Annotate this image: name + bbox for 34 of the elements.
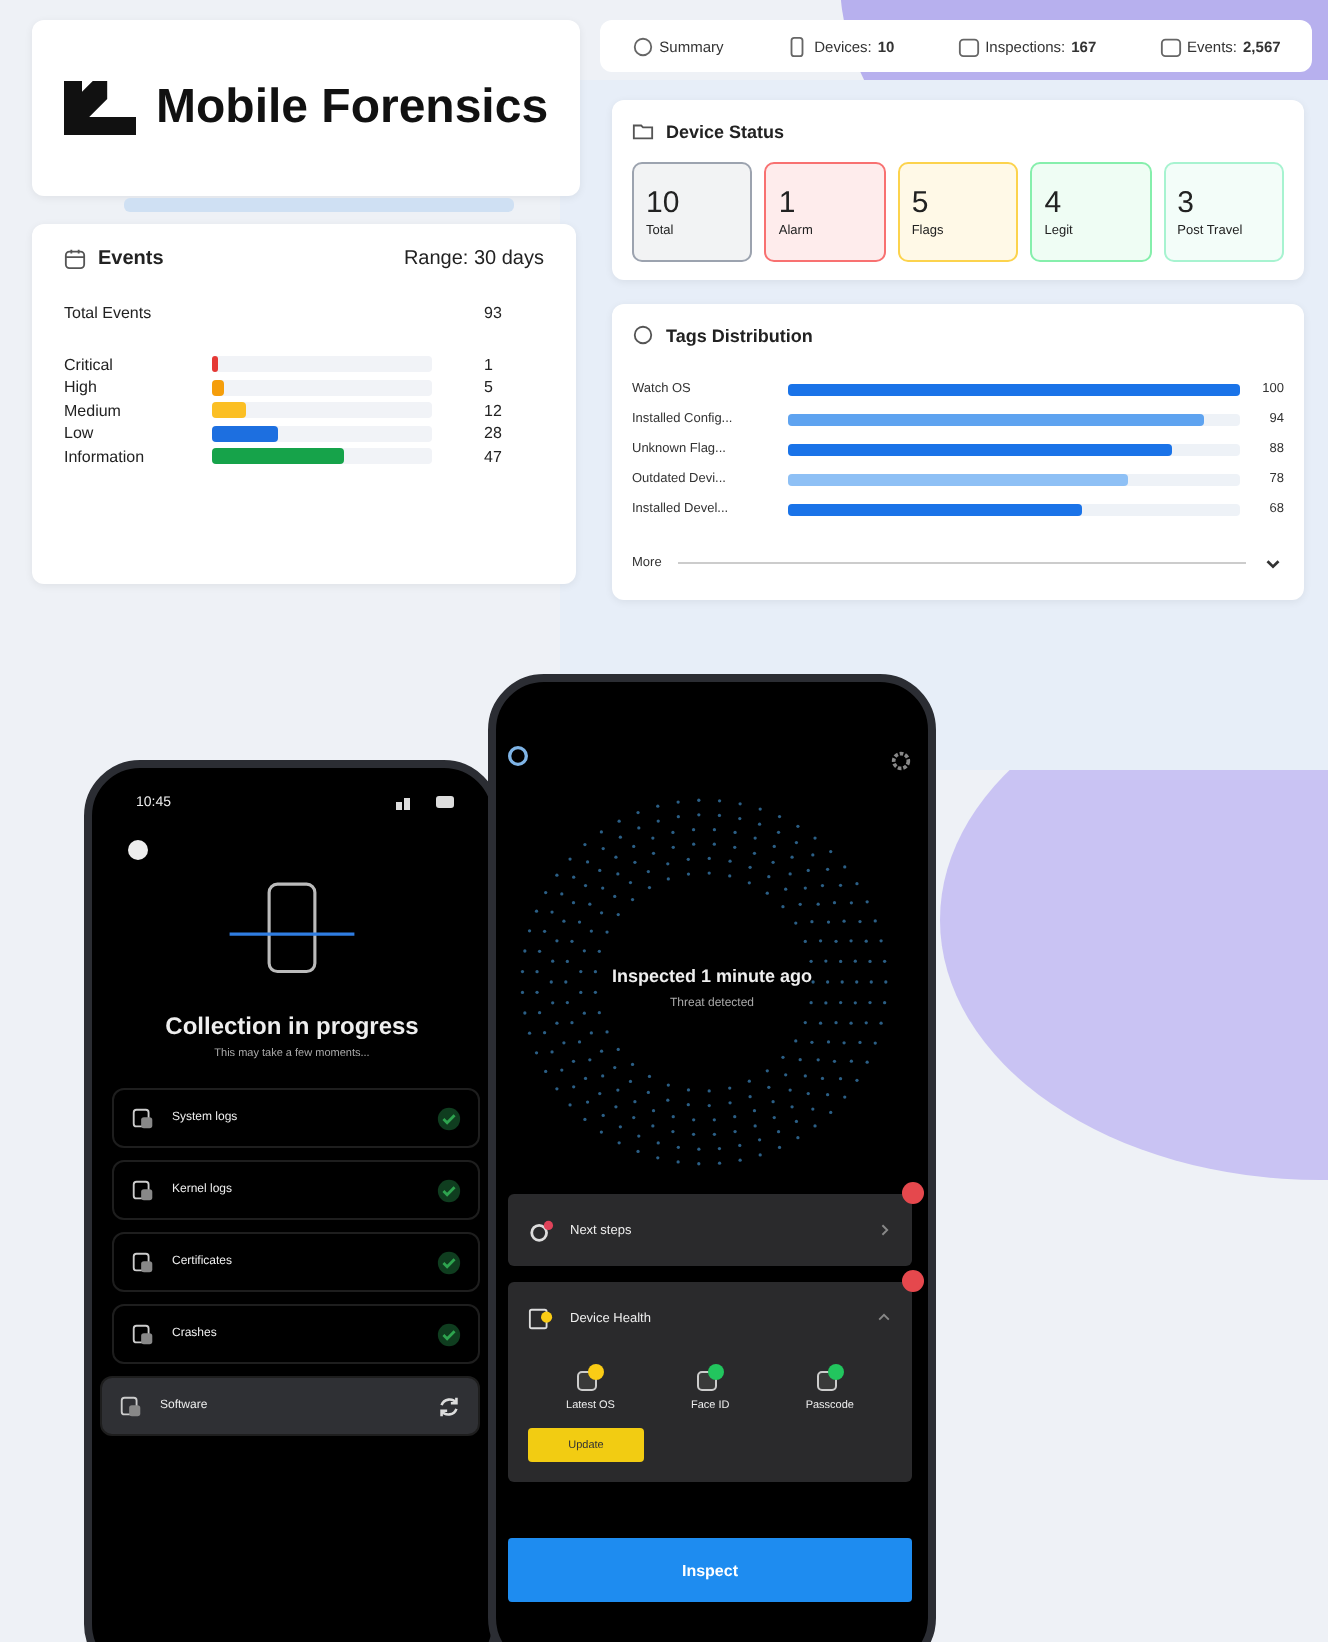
- circle-icon: [631, 35, 654, 57]
- info-icon[interactable]: [128, 840, 148, 860]
- severity-label: High: [64, 378, 99, 397]
- severity-count: 28: [482, 424, 504, 443]
- severity-label: Low: [64, 424, 96, 443]
- severity-count: 47: [482, 447, 504, 466]
- range-label: Range: 30 days: [403, 248, 544, 270]
- folder-icon: [632, 120, 654, 142]
- status-icons: [396, 792, 456, 812]
- severity-label: Medium: [64, 401, 123, 420]
- collection-title: Collection in progress: [163, 1012, 421, 1040]
- chevron-up-icon: [876, 1310, 892, 1326]
- severity-label: Critical: [64, 355, 115, 374]
- brand-name: Mobile Forensics: [156, 80, 549, 136]
- section-title: Tags Distribution: [666, 325, 813, 345]
- inspection-status: Inspected 1 minute ago: [609, 966, 815, 986]
- refresh-icon: [436, 1393, 462, 1419]
- check-icon: [436, 1321, 462, 1347]
- severity-label: Information: [64, 447, 147, 466]
- severity-count: 1: [482, 355, 495, 374]
- check-icon: [436, 1105, 462, 1131]
- chevron-right-icon: [876, 1222, 892, 1238]
- severity-count: 5: [482, 378, 495, 397]
- settings-icon[interactable]: [890, 750, 912, 772]
- section-title: Device Status: [666, 121, 785, 141]
- logo-icon: [64, 80, 136, 136]
- check-icon: [436, 1249, 462, 1275]
- severity-count: 12: [482, 401, 504, 420]
- total-label: Total Events: [64, 304, 154, 323]
- check-icon: [436, 1177, 462, 1203]
- circle-icon: [632, 324, 654, 346]
- total-value: 93: [482, 304, 504, 323]
- phone-icon: [786, 35, 809, 57]
- events-title: Events: [98, 248, 164, 270]
